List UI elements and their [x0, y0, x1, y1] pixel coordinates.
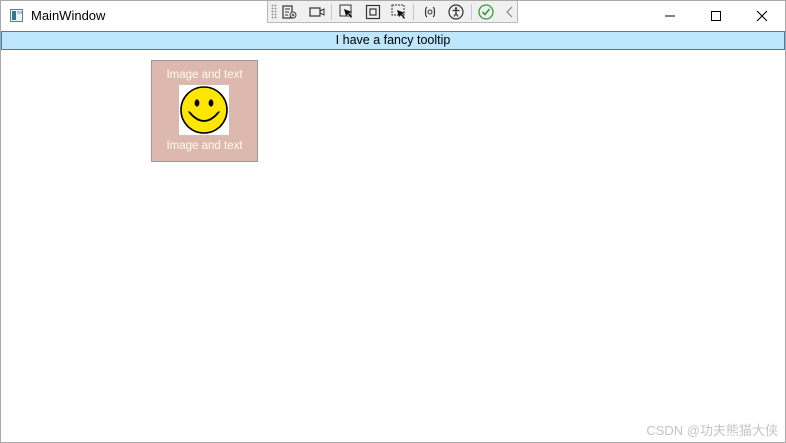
- close-button[interactable]: [739, 1, 785, 31]
- record-icon[interactable]: [308, 3, 326, 21]
- debug-toolbar: [267, 1, 518, 23]
- smiley-face-icon: [180, 86, 228, 134]
- title-bar[interactable]: MainWindow: [1, 1, 785, 31]
- panel-top-label: Image and text: [166, 69, 243, 81]
- smiley-image: [179, 85, 229, 135]
- binding-failures-icon[interactable]: [421, 3, 439, 21]
- watermark: CSDN @功夫熊猫大侠: [646, 423, 778, 438]
- minimize-button[interactable]: [647, 1, 693, 31]
- toolbar-separator: [331, 4, 332, 20]
- app-icon: [10, 9, 23, 22]
- live-visual-tree-icon[interactable]: [280, 3, 298, 21]
- select-element-icon[interactable]: [338, 3, 356, 21]
- track-focus-icon[interactable]: [390, 3, 408, 21]
- display-adorners-icon[interactable]: [364, 3, 382, 21]
- accessibility-icon[interactable]: [447, 3, 465, 21]
- window-title: MainWindow: [31, 8, 106, 23]
- toolbar-grip[interactable]: [271, 4, 277, 19]
- tooltip-banner[interactable]: I have a fancy tooltip: [1, 31, 785, 50]
- image-text-panel[interactable]: Image and text Image and text: [151, 60, 258, 162]
- close-icon: [756, 10, 768, 22]
- hot-reload-ok-icon[interactable]: [477, 3, 495, 21]
- collapse-toolbar-icon[interactable]: [501, 3, 519, 21]
- minimize-icon: [665, 15, 675, 17]
- toolbar-separator: [471, 4, 472, 20]
- maximize-icon: [711, 11, 721, 21]
- maximize-button[interactable]: [693, 1, 739, 31]
- main-window: MainWindow I have a fancy tooltip Image …: [0, 0, 786, 443]
- toolbar-separator: [413, 4, 414, 20]
- panel-bottom-label: Image and text: [166, 140, 243, 152]
